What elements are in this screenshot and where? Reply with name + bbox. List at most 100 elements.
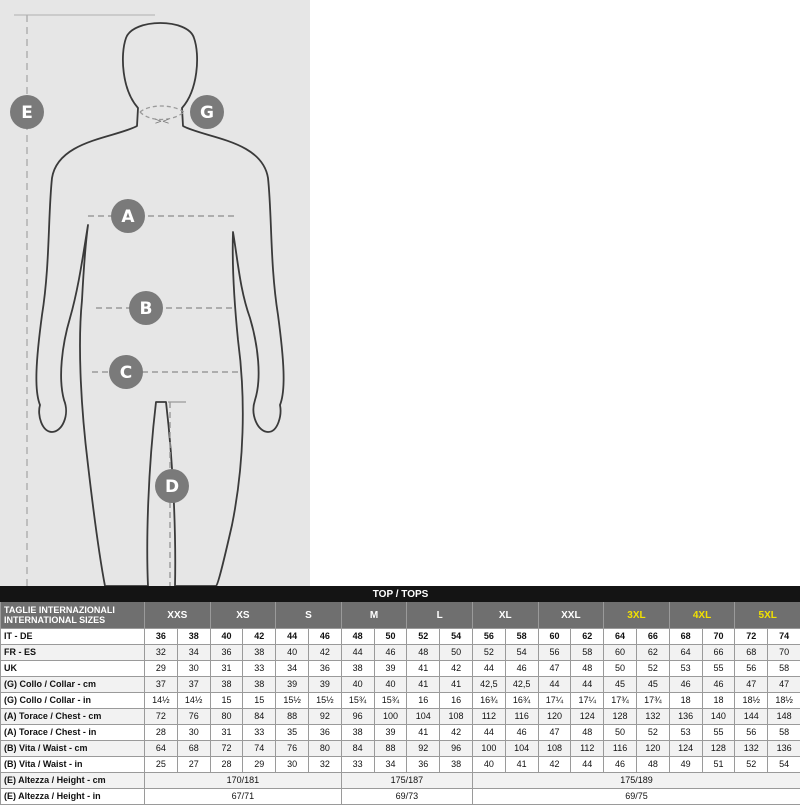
- table-cell: 14½: [145, 693, 178, 709]
- table-cell: 39: [374, 725, 407, 741]
- row-label: IT - DE: [1, 629, 145, 645]
- table-cell: 80: [308, 741, 341, 757]
- table-cell: 38: [440, 757, 473, 773]
- table-cell: 68: [177, 741, 210, 757]
- international-sizes-header: TAGLIE INTERNAZIONALI INTERNATIONAL SIZE…: [1, 602, 145, 629]
- table-cell: 60: [538, 629, 571, 645]
- table-cell: 17¾: [636, 693, 669, 709]
- marker-d-label: D: [165, 477, 179, 497]
- body-outline-diagram: >< E G A B C D: [0, 0, 310, 586]
- table-cell: 100: [374, 709, 407, 725]
- table-cell: 18: [702, 693, 735, 709]
- table-cell: 36: [407, 757, 440, 773]
- marker-d: D: [155, 469, 189, 503]
- table-cell: 38: [341, 661, 374, 677]
- table-cell: 32: [308, 757, 341, 773]
- table-cell: 64: [145, 741, 178, 757]
- table-cell: 74: [243, 741, 276, 757]
- table-cell: 124: [669, 741, 702, 757]
- table-cell: 42: [440, 661, 473, 677]
- table-cell: 39: [374, 661, 407, 677]
- table-cell: 41: [407, 677, 440, 693]
- table-cell: 44: [538, 677, 571, 693]
- table-cell: 14½: [177, 693, 210, 709]
- height-range-cell: 175/189: [472, 773, 800, 789]
- row-label: (B) Vita / Waist - cm: [1, 741, 145, 757]
- table-cell: 29: [243, 757, 276, 773]
- table-cell: 88: [276, 709, 309, 725]
- table-cell: 52: [735, 757, 768, 773]
- body-measurement-figure: >< E G A B C D: [0, 0, 310, 586]
- table-cell: 148: [768, 709, 800, 725]
- row-label: (E) Altezza / Height - in: [1, 789, 145, 805]
- table-cell: 58: [768, 725, 800, 741]
- table-cell: 112: [472, 709, 505, 725]
- table-cell: 34: [374, 757, 407, 773]
- table-cell: 72: [735, 629, 768, 645]
- table-cell: 60: [604, 645, 637, 661]
- table-cell: 42: [308, 645, 341, 661]
- table-cell: 68: [735, 645, 768, 661]
- marker-e: E: [10, 95, 44, 129]
- table-cell: 15: [243, 693, 276, 709]
- table-cell: 32: [145, 645, 178, 661]
- marker-c-label: C: [120, 363, 132, 383]
- table-cell: 62: [636, 645, 669, 661]
- table-cell: 18½: [768, 693, 800, 709]
- row-label: (A) Torace / Chest - cm: [1, 709, 145, 725]
- table-cell: 15¾: [374, 693, 407, 709]
- table-cell: 96: [440, 741, 473, 757]
- table-title: TOP / TOPS: [1, 587, 800, 602]
- table-cell: 54: [440, 629, 473, 645]
- table-cell: 58: [571, 645, 604, 661]
- table-cell: 48: [571, 661, 604, 677]
- table-cell: 31: [210, 725, 243, 741]
- marker-b: B: [129, 291, 163, 325]
- table-cell: 33: [341, 757, 374, 773]
- table-cell: 42,5: [505, 677, 538, 693]
- table-cell: 38: [243, 645, 276, 661]
- table-cell: 47: [538, 661, 571, 677]
- height-range-cell: 170/181: [145, 773, 342, 789]
- table-cell: 17¾: [604, 693, 637, 709]
- table-cell: 70: [702, 629, 735, 645]
- table-cell: 42,5: [472, 677, 505, 693]
- table-cell: 70: [768, 645, 800, 661]
- table-cell: 47: [538, 725, 571, 741]
- table-cell: 53: [669, 725, 702, 741]
- table-cell: 58: [768, 661, 800, 677]
- table-cell: 15½: [308, 693, 341, 709]
- marker-g: G: [190, 95, 224, 129]
- table-cell: 41: [505, 757, 538, 773]
- row-label: (A) Torace / Chest - in: [1, 725, 145, 741]
- table-cell: 40: [210, 629, 243, 645]
- table-cell: 124: [571, 709, 604, 725]
- table-title-row: TOP / TOPS: [1, 587, 800, 602]
- table-cell: 50: [604, 725, 637, 741]
- table-cell: 88: [374, 741, 407, 757]
- table-cell: 36: [308, 725, 341, 741]
- table-cell: 56: [735, 725, 768, 741]
- table-cell: 46: [505, 661, 538, 677]
- size-group-header: 4XL: [669, 602, 735, 629]
- size-group-header: XXS: [145, 602, 211, 629]
- table-cell: 40: [472, 757, 505, 773]
- table-cell: 104: [407, 709, 440, 725]
- size-group-header: 5XL: [735, 602, 800, 629]
- size-group-header: M: [341, 602, 407, 629]
- table-row: FR - ES323436384042444648505254565860626…: [1, 645, 800, 661]
- marker-a-label: A: [121, 207, 135, 227]
- table-cell: 30: [177, 725, 210, 741]
- table-cell: 116: [604, 741, 637, 757]
- table-cell: 100: [472, 741, 505, 757]
- table-cell: 55: [702, 725, 735, 741]
- table-cell: 30: [177, 661, 210, 677]
- table-cell: 31: [210, 661, 243, 677]
- size-group-header: S: [276, 602, 342, 629]
- height-range-cell: 69/73: [341, 789, 472, 805]
- neck-arrows-icon: ><: [154, 117, 169, 127]
- table-cell: 15½: [276, 693, 309, 709]
- table-cell: 40: [374, 677, 407, 693]
- table-cell: 64: [604, 629, 637, 645]
- table-cell: 38: [177, 629, 210, 645]
